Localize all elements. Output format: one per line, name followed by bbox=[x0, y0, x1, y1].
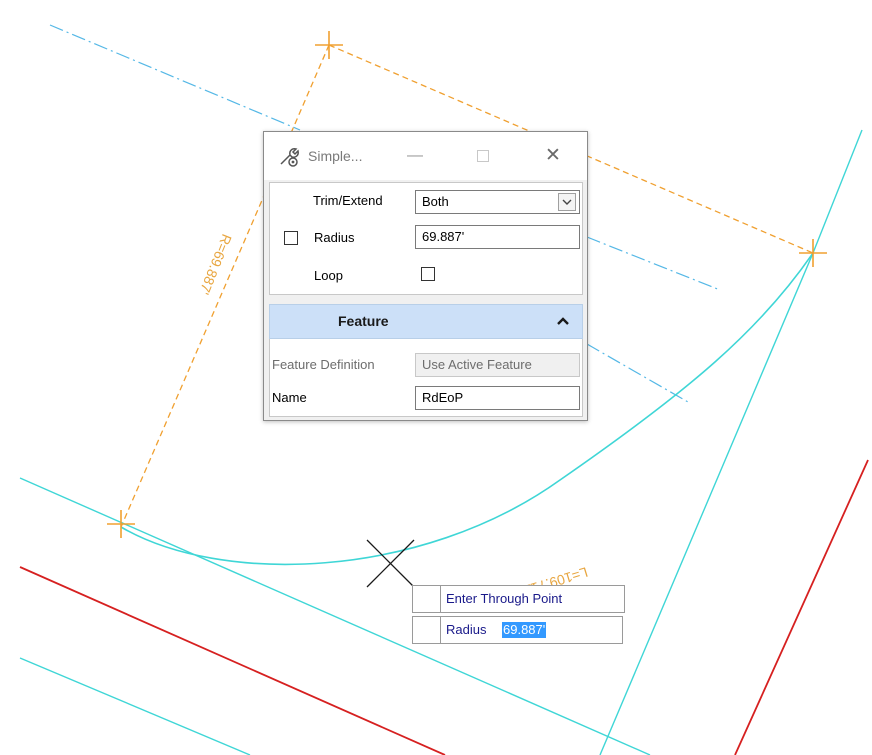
cursor-prompt: Enter Through Point Radius 69.887' bbox=[412, 585, 625, 646]
edge-line-red bbox=[19, 566, 446, 755]
name-label: Name bbox=[272, 390, 307, 405]
trim-extend-label: Trim/Extend bbox=[313, 193, 383, 208]
prompt-radius-row: Radius 69.887' bbox=[412, 616, 623, 644]
minimize-button[interactable]: — bbox=[400, 142, 430, 170]
edge-line-red bbox=[734, 459, 869, 755]
element-line bbox=[19, 657, 251, 755]
feature-definition-value: Use Active Feature bbox=[422, 357, 532, 372]
trim-extend-dropdown[interactable]: Both bbox=[415, 190, 580, 214]
prompt-cell bbox=[413, 617, 441, 643]
prompt-instruction-row: Enter Through Point bbox=[412, 585, 625, 613]
maximize-button[interactable] bbox=[468, 142, 498, 170]
construction-line bbox=[586, 343, 689, 403]
name-input[interactable]: RdEoP bbox=[415, 386, 580, 410]
feature-definition-label: Feature Definition bbox=[272, 357, 375, 372]
vertex-marker bbox=[107, 510, 135, 538]
trim-extend-value: Both bbox=[422, 194, 449, 209]
construction-line bbox=[49, 24, 301, 131]
vertex-marker bbox=[315, 31, 343, 59]
dialog-titlebar[interactable]: Simple... — ✕ bbox=[264, 132, 587, 180]
radius-lock-checkbox[interactable] bbox=[284, 231, 298, 245]
element-line bbox=[599, 252, 814, 755]
radius-label: Radius bbox=[314, 230, 355, 245]
feature-section-body: Feature Definition Use Active Feature Na… bbox=[269, 339, 583, 417]
construction-line bbox=[586, 236, 721, 291]
feature-definition-field: Use Active Feature bbox=[415, 353, 580, 377]
radius-value: 69.887' bbox=[422, 229, 465, 244]
vertex-marker bbox=[799, 239, 827, 267]
settings-wrench-icon bbox=[280, 148, 299, 167]
prompt-instruction: Enter Through Point bbox=[446, 591, 563, 606]
chevron-down-icon[interactable] bbox=[558, 193, 576, 211]
collapse-caret-icon[interactable] bbox=[556, 315, 570, 327]
dialog-title: Simple... bbox=[308, 148, 363, 164]
radius-input[interactable]: 69.887' bbox=[415, 225, 580, 249]
loop-label: Loop bbox=[314, 268, 343, 283]
simple-arc-dialog: Simple... — ✕ Trim/Extend Both Radius 69… bbox=[263, 131, 588, 421]
parameters-section: Trim/Extend Both Radius 69.887' Loop bbox=[269, 182, 583, 295]
prompt-radius-label: Radius bbox=[446, 622, 487, 637]
maximize-icon bbox=[477, 149, 489, 162]
feature-section-header[interactable]: Feature bbox=[269, 304, 583, 339]
prompt-cell bbox=[413, 586, 441, 612]
loop-checkbox[interactable] bbox=[421, 267, 435, 281]
prompt-radius-input[interactable]: 69.887' bbox=[502, 622, 547, 638]
cursor-x-icon bbox=[366, 539, 415, 588]
name-value: RdEoP bbox=[422, 390, 464, 405]
close-button[interactable]: ✕ bbox=[538, 142, 568, 170]
radius-annotation: R=69.887' bbox=[196, 232, 235, 297]
feature-section-title: Feature bbox=[338, 313, 389, 329]
element-line bbox=[812, 129, 863, 254]
